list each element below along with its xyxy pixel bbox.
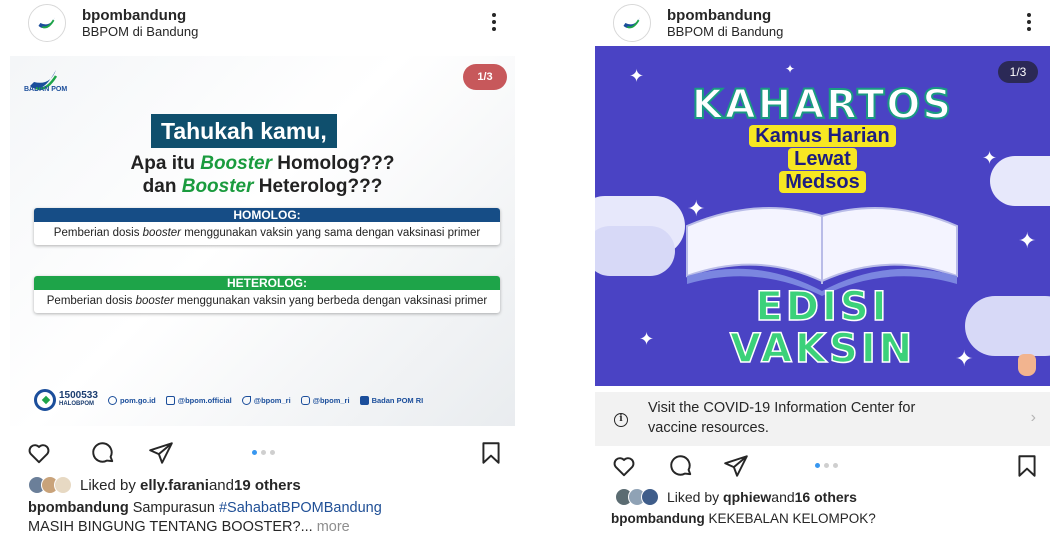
badan-pom-logo [30,70,58,90]
action-bar [10,440,515,468]
open-book-illustration [686,207,958,296]
post-left: bpombandung BBPOM di Bandung BADAN POM 1… [10,0,515,533]
post-image[interactable]: BADAN POM 1/3 Tahukah kamu, Apa itu Boos… [10,56,515,426]
username[interactable]: bpombandung [82,7,186,24]
hotline-number: 1500533 [59,390,98,401]
more-icon[interactable] [489,10,499,34]
caption-text: KEKEBALAN KELOMPOK? [704,511,876,526]
more-icon[interactable] [1024,10,1034,34]
likes-row[interactable]: Liked by qphiew and 16 others [615,488,857,506]
homolog-box: HOMOLOG: Pemberian dosis booster menggun… [34,208,500,245]
footer-instagram: @bpom_ri [300,395,350,405]
username[interactable]: bpombandung [667,7,771,24]
image-counter: 1/3 [463,64,507,90]
cloud-icon [107,395,117,405]
chevron-right-icon[interactable]: › [1031,409,1036,427]
comment-icon[interactable] [668,453,694,479]
carousel-dots [252,450,275,455]
footer-facebook: @bpom.official [165,395,232,405]
liker-avatars [615,488,659,506]
caption: bpombandung Sampurasun #SahabatBPOMBandu… [28,499,382,533]
instagram-icon [300,395,310,405]
location[interactable]: BBPOM di Bandung [667,24,783,39]
star-icon: ✦ [785,62,796,76]
likes-mid: and [771,489,795,505]
likes-count[interactable]: 16 others [795,489,857,505]
image-counter: 1/3 [998,61,1038,83]
avatar[interactable] [613,4,651,42]
facebook-icon [165,395,175,405]
heterolog-box: HETEROLOG: Pemberian dosis booster mengg… [34,276,500,313]
bookmark-icon[interactable] [1014,453,1040,479]
share-icon[interactable] [723,453,749,479]
heterolog-title: HETEROLOG: [34,276,500,290]
post-right: bpombandung BBPOM di Bandung ✦ ✦ ✦ ✦ ✦ ✦… [595,0,1050,533]
covid-banner-text[interactable]: Visit the COVID-19 Information Center fo… [648,398,968,438]
likes-row[interactable]: Liked by elly.farani and 19 others [28,476,301,494]
liker-username[interactable]: elly.farani [140,477,209,494]
bookmark-icon[interactable] [478,440,504,466]
kamus-line-1: Kamus Harian [595,125,1050,148]
question-text: Apa itu Booster Homolog??? dan Booster H… [130,153,395,197]
caption-username[interactable]: bpombandung [28,500,129,516]
hotline: 1500533 HALOBPOM [34,389,98,411]
caption: bpombandung KEKEBALAN KELOMPOK? [611,509,876,528]
covid-info-banner[interactable]: i Visit the COVID-19 Information Center … [595,392,1050,446]
homolog-text: Pemberian dosis booster menggunakan vaks… [53,227,481,239]
likes-prefix: Liked by [80,476,136,494]
caption-username[interactable]: bpombandung [611,511,705,526]
twitter-icon [241,395,251,405]
post-image[interactable]: ✦ ✦ ✦ ✦ ✦ ✦ ✦ 1/3 KAHARTOS Kamus Harian … [595,46,1050,386]
hand-cursor-icon [1018,354,1036,376]
headline: Tahukah kamu, [151,114,337,148]
org-label: BADAN POM [24,86,68,93]
kamus-line-3: Medsos [595,171,1050,194]
caption-text: Sampurasun [128,500,219,516]
kamus-line-2: Lewat [595,148,1050,171]
star-icon: ✦ [1018,228,1037,253]
footer-twitter: @bpom_ri [241,395,291,405]
caption-line2: MASIH BINGUNG TENTANG BOOSTER?... [28,519,313,533]
post-header: bpombandung BBPOM di Bandung [595,0,1050,44]
carousel-dots [815,463,838,468]
post-header: bpombandung BBPOM di Bandung [10,0,515,44]
likes-count[interactable]: 19 others [234,477,301,494]
comment-icon[interactable] [90,440,116,466]
footer-youtube: Badan POM RI [359,395,423,405]
homolog-title: HOMOLOG: [34,208,500,222]
more-link[interactable]: more [313,519,350,533]
cloud-shape [595,226,675,276]
heart-icon[interactable] [26,440,52,466]
location[interactable]: BBPOM di Bandung [82,24,198,39]
hashtag-link[interactable]: #SahabatBPOMBandung [219,500,382,516]
footer-web: pom.go.id [107,395,156,405]
hotline-sub: HALOBPOM [59,401,94,407]
liker-avatars [28,476,72,494]
youtube-icon [359,395,369,405]
vaksin-text: VAKSIN [729,325,916,373]
info-icon: i [614,413,628,427]
kahartos-title: KAHARTOS [691,81,954,129]
share-icon[interactable] [148,440,174,466]
likes-mid: and [208,476,234,494]
heterolog-text: Pemberian dosis booster menggunakan vaks… [46,295,488,307]
image-footer: 1500533 HALOBPOM pom.go.id @bpom.officia… [34,384,504,416]
likes-prefix: Liked by [667,489,720,505]
action-bar [595,453,1050,481]
headset-icon [34,389,56,411]
liker-username[interactable]: qphiew [723,489,771,505]
heart-icon[interactable] [611,453,637,479]
edisi-text: EDISI [755,283,890,331]
avatar[interactable] [28,4,66,42]
